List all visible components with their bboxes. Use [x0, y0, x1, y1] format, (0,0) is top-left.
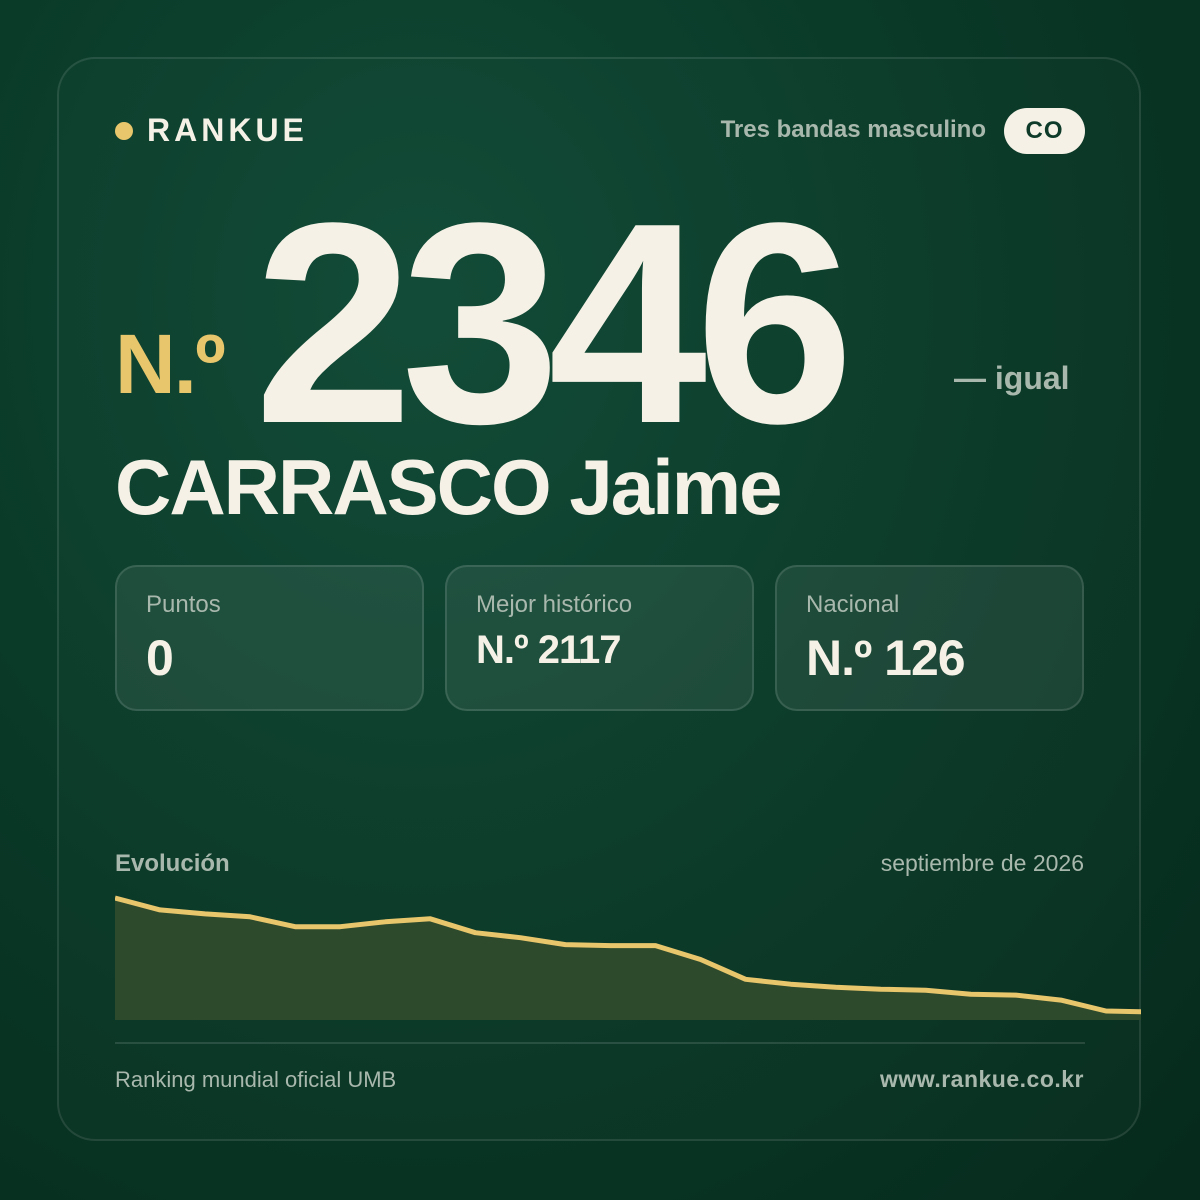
chart-endpoint [1142, 1003, 1160, 1021]
chart-area [115, 898, 1141, 1020]
evolution-chart [115, 895, 1160, 1021]
footer-source: Ranking mundial oficial UMB [115, 1067, 397, 1092]
footer-website: www.rankue.co.kr [880, 1066, 1084, 1092]
divider [115, 1042, 1085, 1044]
